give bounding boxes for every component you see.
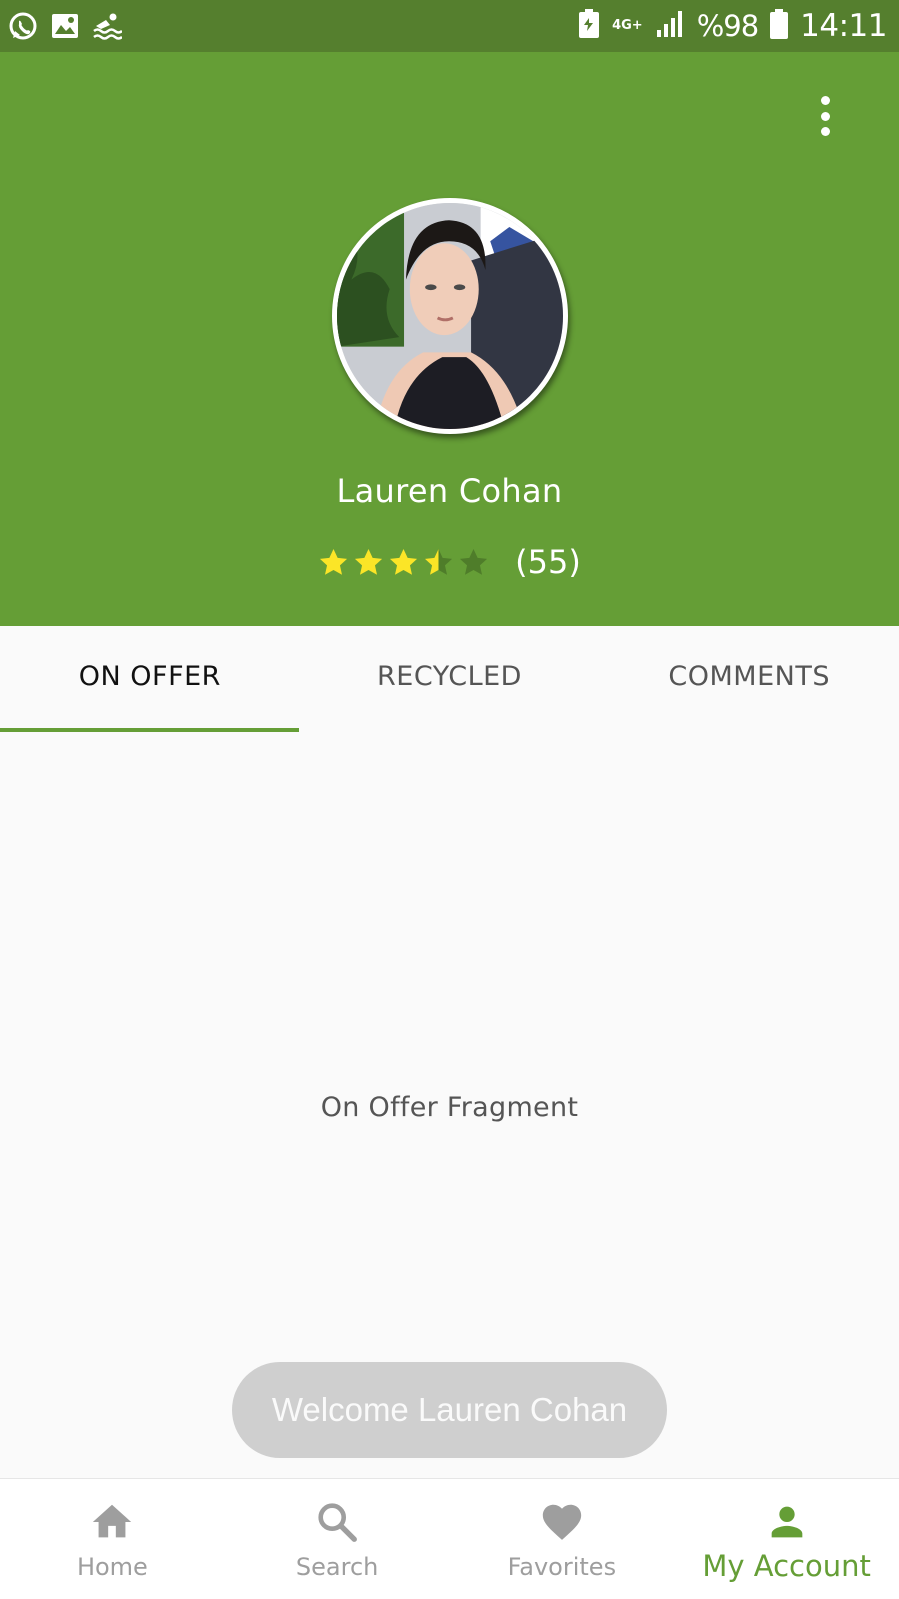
rating-row: (55) (0, 540, 899, 584)
bottom-navigation: Home Search Favorites My Account (0, 1478, 899, 1599)
battery-saver-icon (578, 9, 600, 43)
fragment-placeholder-text: On Offer Fragment (320, 1092, 579, 1123)
battery-icon (770, 9, 789, 43)
nav-search-label: Search (295, 1553, 379, 1581)
nav-favorites-label: Favorites (507, 1553, 617, 1581)
profile-name: Lauren Cohan (336, 472, 563, 510)
network-type: 4G+ (612, 18, 643, 33)
swimming-icon (92, 11, 122, 41)
nav-my-account[interactable]: My Account (674, 1479, 899, 1599)
status-icons-right: 4G+ %98 14:11 (578, 8, 887, 44)
star-half-icon (425, 548, 453, 575)
gallery-icon (50, 11, 80, 41)
clock: 14:11 (800, 8, 887, 44)
screen: 4G+ %98 14:11 Lauren Cohan (55) ON OFFER… (0, 0, 899, 1599)
battery-percent: %98 (696, 9, 759, 43)
heart-icon (542, 1504, 582, 1540)
tab-bar: ON OFFER RECYCLED COMMENTS (0, 626, 899, 732)
tab-comments[interactable]: COMMENTS (599, 626, 899, 732)
whatsapp-icon (8, 11, 38, 41)
signal-icon (655, 10, 685, 42)
search-icon (318, 1503, 358, 1542)
nav-home[interactable]: Home (0, 1479, 225, 1599)
tab-recycled[interactable]: RECYCLED (300, 626, 600, 732)
star-icon (320, 548, 348, 575)
status-bar: 4G+ %98 14:11 (0, 0, 899, 52)
tab-indicator (0, 728, 299, 732)
avatar[interactable] (332, 198, 568, 434)
star-icon (355, 548, 383, 575)
nav-my-account-label: My Account (702, 1549, 871, 1583)
profile-photo (337, 203, 563, 429)
tab-on-offer[interactable]: ON OFFER (0, 626, 300, 732)
status-icons-left (8, 11, 122, 41)
person-icon (771, 1506, 802, 1538)
star-icon (390, 548, 418, 575)
nav-search[interactable]: Search (225, 1479, 450, 1599)
nav-home-label: Home (76, 1553, 148, 1581)
rating-stars (318, 547, 489, 578)
home-icon (93, 1504, 132, 1538)
rating-count: (55) (515, 543, 581, 581)
more-vertical-icon[interactable] (813, 96, 837, 136)
welcome-toast: Welcome Lauren Cohan (232, 1362, 667, 1458)
profile-header: Lauren Cohan (55) (0, 52, 899, 626)
star-empty-icon (460, 548, 488, 575)
nav-favorites[interactable]: Favorites (450, 1479, 675, 1599)
